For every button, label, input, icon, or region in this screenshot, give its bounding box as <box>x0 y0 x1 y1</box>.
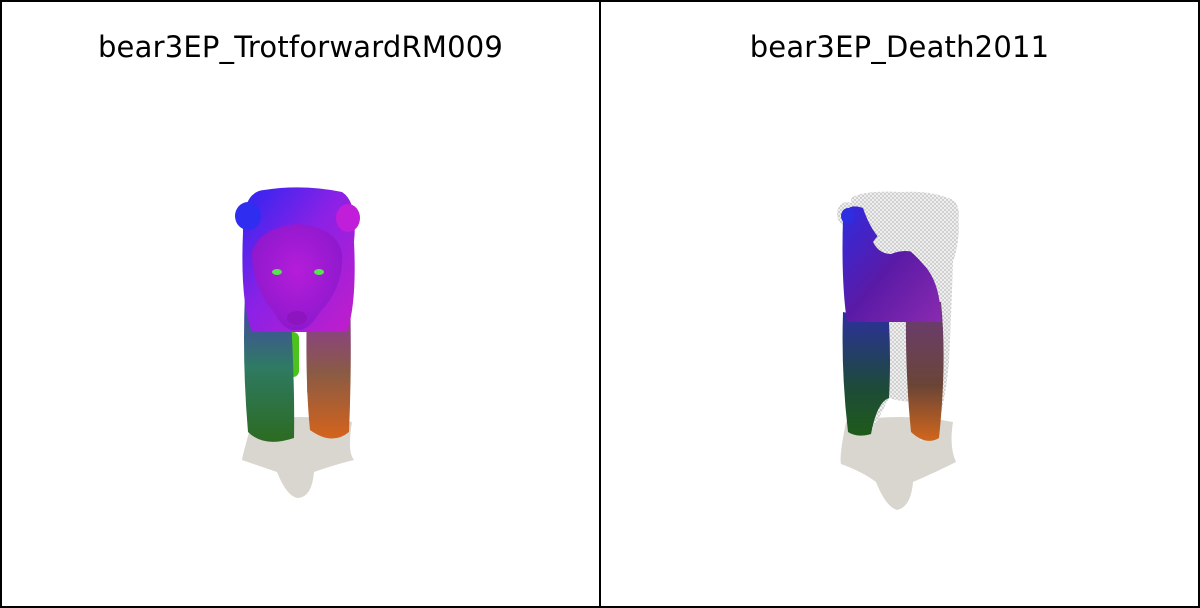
bear-render-left <box>235 187 360 498</box>
front-leg-left <box>842 312 890 436</box>
eye-left <box>272 269 282 275</box>
eye-right <box>314 269 324 275</box>
wireframe-ear-right <box>935 198 959 230</box>
viewport-right[interactable]: bear3EP_Death2011 <box>599 0 1200 608</box>
ear-right <box>336 204 360 232</box>
ear-left <box>841 208 855 224</box>
comparison-viewer: bear3EP_TrotforwardRM009 bear3EP_Death20… <box>0 0 1200 608</box>
viewport-left[interactable]: bear3EP_TrotforwardRM009 <box>0 0 601 608</box>
front-leg-right <box>905 302 944 441</box>
bear-render-right <box>837 191 959 510</box>
snout <box>287 311 307 325</box>
ear-left <box>235 202 261 230</box>
